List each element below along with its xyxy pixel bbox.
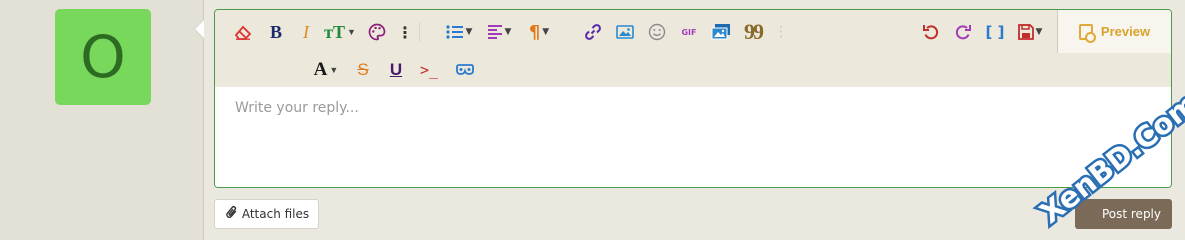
rich-text-editor: B I тT ▼ ⋮ ▼ ▼ ¶ ▼ GIF 99 ⋮ [] ▼ Previe… [214,9,1172,188]
quote-icon[interactable]: 99 [741,19,765,45]
attach-files-label: Attach files [241,207,310,221]
chevron-down-icon: ▼ [346,27,356,37]
toolbar-row-1: B I тT ▼ ⋮ ▼ ▼ ¶ ▼ GIF 99 ⋮ [] ▼ [215,10,1055,53]
font-size-icon[interactable]: тT ▼ [323,19,357,45]
drafts-icon[interactable]: ▼ [1013,19,1047,45]
bbcode-label: [ ] [985,23,1005,41]
gif-icon[interactable]: GIF [677,19,701,45]
underline-icon[interactable]: U [384,57,408,83]
chevron-down-icon: ▼ [329,65,339,75]
link-icon[interactable] [581,19,605,45]
post-reply-label: Post reply [1101,207,1161,221]
chevron-down-icon: ▼ [504,27,512,37]
font-size-label: тT [324,21,345,42]
toolbar-row-2: A ▼ S U >_ [215,53,1055,87]
underline-label: U [389,60,403,79]
bbcode-icon[interactable]: [ ] [983,19,1007,45]
avatar-letter: O [80,23,126,91]
undo-icon[interactable] [919,19,943,45]
code-icon[interactable]: >_ [416,57,442,83]
quote-label: 99 [744,19,764,44]
avatar[interactable]: O [55,9,151,105]
reply-textarea[interactable]: Write your reply... [215,87,1171,187]
redo-icon[interactable] [951,19,975,45]
strikethrough-icon[interactable]: S [351,57,375,83]
reply-placeholder: Write your reply... [235,100,359,116]
align-icon[interactable]: ▼ [483,19,515,45]
chevron-down-icon: ▼ [465,27,473,37]
preview-icon [1078,23,1096,43]
palette-icon[interactable] [365,19,389,45]
text-color-label: A [313,59,328,80]
code-label: >_ [419,61,439,79]
italic-icon[interactable]: I [295,19,317,45]
toolbar-separator [419,22,420,42]
post-reply-button[interactable]: Post reply [1075,199,1172,229]
list-icon[interactable]: ▼ [443,19,475,45]
strike-label: S [357,60,369,79]
preview-label: Preview [1100,24,1151,39]
editor-toolbar: B I тT ▼ ⋮ ▼ ▼ ¶ ▼ GIF 99 ⋮ [] ▼ Previe… [215,10,1171,87]
text-color-icon[interactable]: A ▼ [311,57,341,83]
paragraph-label: ¶ [528,21,541,43]
smilie-icon[interactable] [645,19,669,45]
gif-label: GIF [681,27,697,37]
italic-label: I [303,21,309,42]
media-icon[interactable] [709,19,733,45]
preview-button[interactable]: Preview [1057,10,1171,53]
eraser-icon[interactable] [231,19,255,45]
paragraph-icon[interactable]: ¶ ▼ [523,19,555,45]
paperclip-icon [219,202,241,225]
chevron-down-icon: ▼ [542,27,550,37]
message-arrow [195,20,204,38]
message-user-column: O [0,0,204,240]
more-vertical-icon[interactable]: ⋮ [773,19,789,45]
bold-label: B [269,21,282,42]
bold-icon[interactable]: B [265,19,287,45]
spoiler-icon[interactable] [452,57,478,83]
image-icon[interactable] [613,19,637,45]
attach-files-button[interactable]: Attach files [214,199,319,229]
chevron-down-icon: ▼ [1035,27,1043,37]
more-vertical-icon[interactable]: ⋮ [395,19,415,45]
